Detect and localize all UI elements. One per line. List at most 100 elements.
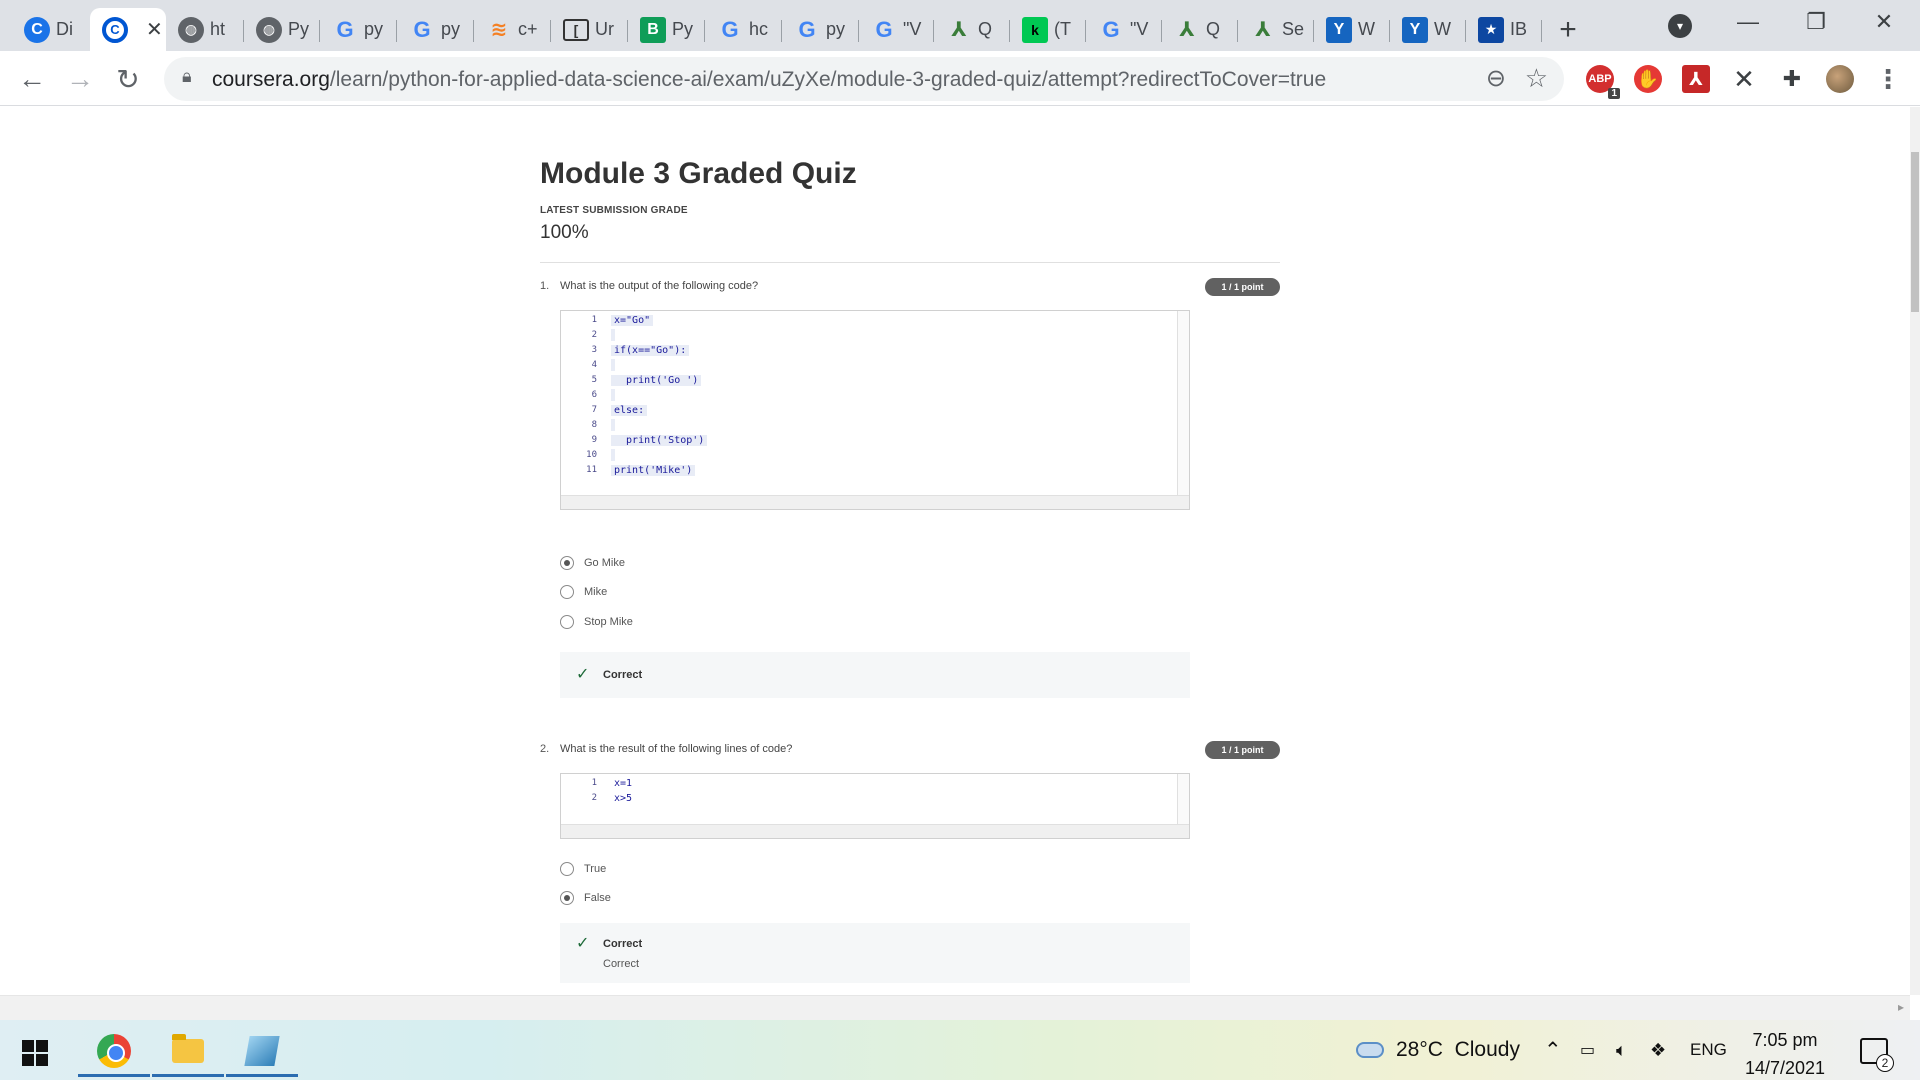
code-footer bbox=[561, 495, 1189, 509]
browser-tab[interactable]: ★ IB bbox=[1466, 8, 1542, 51]
volume-icon[interactable]: 🔈︎ bbox=[1616, 1020, 1627, 1080]
url-text[interactable]: coursera.org/learn/python-for-applied-da… bbox=[212, 68, 1326, 92]
globe-icon: ◍ bbox=[256, 16, 282, 43]
tab-search-icon[interactable]: ▾ bbox=[1668, 14, 1692, 38]
new-tab-button[interactable]: + bbox=[1548, 10, 1588, 50]
weather-widget[interactable]: 28°C Cloudy bbox=[1356, 1020, 1520, 1080]
browser-tab[interactable]: k (T bbox=[1010, 8, 1086, 51]
question-number: 2. bbox=[540, 743, 550, 755]
browser-tab[interactable]: G "V bbox=[1086, 8, 1162, 51]
kebab-menu-icon[interactable]: ⋮ bbox=[1874, 64, 1902, 94]
browser-tab[interactable]: G py bbox=[397, 8, 474, 51]
google-icon: G bbox=[875, 16, 893, 42]
browser-tab[interactable]: ⅄ Q bbox=[934, 8, 1010, 51]
browser-tab[interactable]: G hc bbox=[705, 8, 782, 51]
folder-icon bbox=[172, 1034, 204, 1063]
horizontal-scrollbar[interactable]: ▸ bbox=[0, 995, 1910, 1020]
b-icon: B bbox=[640, 16, 666, 43]
close-tab-icon[interactable]: ✕ bbox=[146, 17, 163, 42]
browser-tab-active[interactable]: C ✕ bbox=[90, 8, 166, 51]
lock-icon[interactable]: 🔒︎ bbox=[182, 66, 192, 87]
chrome-icon bbox=[97, 1034, 131, 1068]
back-arrow-icon[interactable]: ← bbox=[12, 59, 52, 99]
clock[interactable]: 7:05 pm 14/7/2021 bbox=[1740, 1026, 1830, 1082]
radio-button[interactable] bbox=[560, 585, 574, 599]
browser-tab[interactable]: [ Ur bbox=[551, 8, 628, 51]
browser-tab[interactable]: ≋ c+ bbox=[474, 8, 551, 51]
taskbar-file-explorer[interactable] bbox=[152, 1025, 224, 1077]
answer-option[interactable]: Mike bbox=[560, 585, 607, 599]
browser-tab[interactable]: G "V bbox=[859, 8, 934, 51]
code-scrollbar[interactable] bbox=[1177, 311, 1189, 497]
windows-taskbar: 28°C Cloudy ⌃ ▭ 🔈︎ ❖ ENG 7:05 pm 14/7/20… bbox=[0, 1020, 1920, 1080]
taskbar-chrome[interactable] bbox=[78, 1025, 150, 1077]
notification-icon[interactable]: 2 bbox=[1860, 1038, 1894, 1072]
code-line: 11 print('Mike') bbox=[561, 463, 696, 477]
answer-option[interactable]: False bbox=[560, 891, 611, 905]
question-number: 1. bbox=[540, 280, 550, 292]
quora-icon: ⅄ bbox=[1179, 19, 1195, 41]
show-hidden-icons[interactable]: ⌃ bbox=[1544, 1020, 1562, 1080]
code-area: 1 x=1 2 x>5 bbox=[561, 774, 1189, 826]
zoom-icon[interactable]: ⊖ bbox=[1486, 64, 1506, 93]
browser-tab[interactable]: Y W bbox=[1390, 8, 1466, 51]
star-icon: ★ bbox=[1478, 16, 1504, 43]
radio-button[interactable] bbox=[560, 891, 574, 905]
forward-arrow-icon[interactable]: → bbox=[60, 59, 100, 99]
dropbox-icon[interactable]: ❖ bbox=[1650, 1020, 1666, 1080]
browser-tab[interactable]: G py bbox=[782, 8, 859, 51]
stackoverflow-icon: ≋ bbox=[490, 19, 508, 41]
code-line: 6 bbox=[561, 388, 615, 402]
code-scrollbar[interactable] bbox=[1177, 774, 1189, 826]
language-indicator[interactable]: ENG bbox=[1690, 1020, 1727, 1080]
browser-tab[interactable]: ⅄ Se bbox=[1238, 8, 1314, 51]
answer-option[interactable]: Stop Mike bbox=[560, 615, 633, 629]
grade-label: LATEST SUBMISSION GRADE bbox=[540, 205, 688, 216]
browser-tab[interactable]: C Di bbox=[12, 8, 90, 51]
question-text: What is the result of the following line… bbox=[560, 743, 793, 755]
coursera-icon: C bbox=[24, 16, 50, 43]
quora-icon: ⅄ bbox=[1255, 19, 1271, 41]
datacamp-icon: [ bbox=[563, 18, 589, 41]
code-block: 1 x=1 2 x>5 bbox=[560, 773, 1190, 839]
page-scrollbar[interactable] bbox=[1910, 107, 1920, 995]
y-icon: Y bbox=[1326, 16, 1352, 43]
minimize-button[interactable]: — bbox=[1718, 0, 1778, 44]
reload-icon[interactable]: ↻ bbox=[108, 59, 148, 99]
pdf-extension-icon[interactable]: ⅄ bbox=[1682, 65, 1710, 93]
google-icon: G bbox=[721, 16, 739, 42]
cloud-icon bbox=[1356, 1042, 1384, 1058]
battery-icon[interactable]: ▭ bbox=[1580, 1020, 1595, 1080]
scrollbar-thumb[interactable] bbox=[1911, 152, 1919, 312]
taskbar-notes-app[interactable] bbox=[226, 1025, 298, 1077]
close-window-button[interactable]: ✕ bbox=[1854, 0, 1914, 44]
radio-button[interactable] bbox=[560, 556, 574, 570]
points-badge: 1 / 1 point bbox=[1205, 741, 1280, 759]
browser-tab[interactable]: Y W bbox=[1314, 8, 1390, 51]
code-line: 2 bbox=[561, 328, 615, 342]
profile-avatar[interactable] bbox=[1826, 65, 1854, 93]
checkmark-icon: ✓ bbox=[576, 935, 590, 952]
answer-option[interactable]: True bbox=[560, 862, 606, 876]
adblock-extension-icon[interactable]: ABP 1 bbox=[1586, 65, 1620, 99]
browser-tab[interactable]: G py bbox=[320, 8, 397, 51]
address-bar[interactable]: 🔒︎ coursera.org/learn/python-for-applied… bbox=[164, 57, 1564, 101]
scroll-right-icon[interactable]: ▸ bbox=[1898, 1000, 1904, 1014]
hand-extension-icon[interactable]: ✋ bbox=[1634, 65, 1662, 93]
radio-button[interactable] bbox=[560, 615, 574, 629]
browser-tab[interactable]: ◍ ht bbox=[166, 8, 244, 51]
browser-tab[interactable]: ◍ Py bbox=[244, 8, 320, 51]
answer-option[interactable]: Go Mike bbox=[560, 556, 625, 570]
radio-button[interactable] bbox=[560, 862, 574, 876]
google-icon: G bbox=[1102, 16, 1120, 42]
bookmark-star-icon[interactable]: ☆ bbox=[1525, 63, 1548, 94]
browser-tab[interactable]: B Py bbox=[628, 8, 705, 51]
windows-start-icon[interactable] bbox=[22, 1040, 48, 1066]
coursera-icon: C bbox=[102, 16, 128, 43]
extensions-puzzle-icon[interactable]: ✚ bbox=[1778, 65, 1806, 93]
checkmark-icon: ✓ bbox=[576, 666, 590, 683]
browser-tab[interactable]: ⅄ Q bbox=[1162, 8, 1238, 51]
x-extension-icon[interactable]: ✕ bbox=[1730, 64, 1758, 94]
code-area: 1 x="Go" 2 3 if(x=="Go"): 4 5 print('Go ')… bbox=[561, 311, 1189, 497]
restore-button[interactable]: ❐ bbox=[1786, 0, 1846, 44]
